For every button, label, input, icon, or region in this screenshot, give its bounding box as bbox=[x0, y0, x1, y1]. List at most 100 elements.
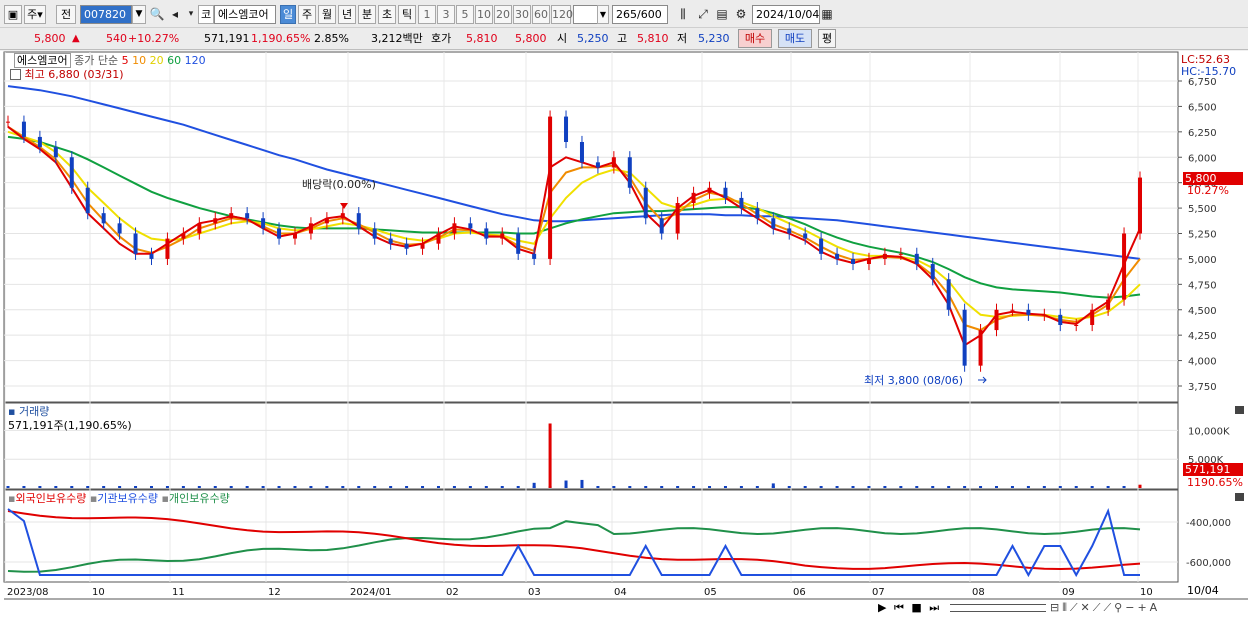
candle-body bbox=[516, 233, 521, 254]
period-week[interactable]: 주 bbox=[298, 5, 316, 24]
foreign-holdings-label: 외국인보유수량 bbox=[15, 492, 87, 505]
candle-body bbox=[372, 228, 377, 239]
chart-canvas[interactable]: 6,7506,5006,2506,0005,7505,5005,2505,000… bbox=[0, 51, 1248, 621]
line-tool-icon[interactable]: ⊟ bbox=[1050, 601, 1062, 614]
chart-area[interactable]: 6,7506,5006,2506,0005,7505,5005,2505,000… bbox=[0, 51, 1248, 621]
period-month[interactable]: 월 bbox=[318, 5, 336, 24]
volume-bar bbox=[692, 486, 696, 488]
trend-tool-icon[interactable]: ⟋ bbox=[1070, 601, 1081, 614]
amount-value: 3,212백만 bbox=[371, 32, 423, 45]
low-marker bbox=[978, 376, 987, 384]
price-tick-label: 6,500 bbox=[1188, 102, 1217, 113]
candle-body bbox=[245, 213, 250, 219]
search-icon[interactable]: 🔍 bbox=[148, 5, 166, 24]
turnover-value: 2.85% bbox=[314, 32, 349, 45]
zoom-slider[interactable] bbox=[950, 604, 1046, 612]
candle-body bbox=[340, 213, 345, 219]
count-1[interactable]: 1 bbox=[418, 5, 436, 24]
volume-pane-maximize-icon[interactable] bbox=[1235, 406, 1244, 414]
volume-bar bbox=[851, 486, 855, 488]
scroll-right-icon[interactable]: ▶ bbox=[878, 601, 888, 614]
volume-bar bbox=[86, 486, 90, 488]
volume-bar bbox=[1058, 486, 1062, 488]
volume-bar bbox=[723, 486, 727, 488]
volume-bar bbox=[6, 486, 10, 488]
market-badge: 코 bbox=[198, 5, 214, 24]
count-30[interactable]: 30 bbox=[513, 5, 531, 24]
candle-body bbox=[197, 223, 202, 234]
candle-body bbox=[229, 213, 234, 219]
period-day[interactable]: 일 bbox=[280, 5, 296, 24]
bars-tool-icon[interactable]: ⫴ bbox=[1062, 601, 1070, 614]
candle-body bbox=[53, 147, 58, 158]
fib-tool-icon[interactable]: ⟋ bbox=[1093, 601, 1104, 614]
holdings-tick-label: -600,000 bbox=[1186, 558, 1231, 569]
prev-button[interactable]: 전 bbox=[56, 5, 76, 24]
period-year[interactable]: 년 bbox=[338, 5, 356, 24]
minus-icon[interactable]: − bbox=[1125, 601, 1137, 614]
volume-bar bbox=[70, 486, 74, 488]
count-dropdown-icon[interactable]: ▼ bbox=[597, 5, 609, 24]
market-select[interactable]: 주▾ bbox=[24, 5, 46, 24]
open-value: 5,250 bbox=[577, 32, 609, 45]
volume-bar bbox=[644, 486, 648, 488]
volume-bar bbox=[484, 486, 488, 488]
window-menu-icon[interactable]: ▣ bbox=[4, 5, 22, 24]
open-label: 시 bbox=[557, 32, 568, 45]
plus-icon[interactable]: + bbox=[1137, 601, 1149, 614]
flat-button[interactable]: 평 bbox=[818, 29, 836, 48]
zoom-icon[interactable]: ⚲ bbox=[1114, 601, 1125, 614]
ma120-label: 120 bbox=[184, 54, 206, 67]
volume-bar bbox=[1042, 486, 1046, 488]
volume-bar bbox=[835, 486, 839, 488]
volume-bar bbox=[245, 486, 249, 488]
holdings-pane-maximize-icon[interactable] bbox=[1235, 493, 1244, 501]
candle-body bbox=[962, 309, 967, 366]
volume-bar bbox=[54, 486, 58, 488]
bid1-value: 5,810 bbox=[466, 32, 498, 45]
period-second[interactable]: 초 bbox=[378, 5, 396, 24]
candle-body bbox=[978, 330, 983, 366]
price-legend: 에스엠코어 종가 단순 5 10 20 60 120 bbox=[14, 53, 206, 68]
volume-pct-tag: 1190.65% bbox=[1187, 476, 1243, 489]
range-field[interactable]: 265/600 bbox=[612, 5, 668, 24]
volume-bar bbox=[118, 486, 122, 488]
sell-button[interactable]: 매도 bbox=[778, 29, 812, 48]
save-icon[interactable]: ▤ bbox=[713, 5, 731, 24]
text-tool-icon[interactable]: ⟋ bbox=[1103, 601, 1114, 614]
volume-bar bbox=[421, 486, 425, 488]
candle-icon[interactable]: ⫼ bbox=[674, 5, 692, 24]
count-10[interactable]: 10 bbox=[475, 5, 493, 24]
code-dropdown-icon[interactable]: ▼ bbox=[132, 5, 146, 24]
volume-bar bbox=[149, 486, 153, 488]
count-3[interactable]: 3 bbox=[437, 5, 455, 24]
nav-controls: ▶ ⏮ ■ ⏭ bbox=[878, 601, 941, 614]
rewind-icon[interactable]: ⏮ bbox=[894, 601, 906, 614]
range-value: 265 bbox=[616, 8, 637, 21]
count-60[interactable]: 60 bbox=[532, 5, 550, 24]
period-tick[interactable]: 틱 bbox=[398, 5, 416, 24]
fast-forward-icon[interactable]: ⏭ bbox=[929, 601, 941, 614]
code-input[interactable]: 007820 bbox=[80, 5, 132, 24]
cross-tool-icon[interactable]: ✕ bbox=[1081, 601, 1093, 614]
ma-legend-title: 종가 단순 bbox=[74, 54, 119, 67]
cross-icon[interactable]: ⤢ bbox=[694, 5, 712, 24]
buy-button[interactable]: 매수 bbox=[738, 29, 772, 48]
count-5[interactable]: 5 bbox=[456, 5, 474, 24]
font-a-icon[interactable]: A bbox=[1150, 601, 1161, 614]
candle-body bbox=[819, 238, 824, 254]
calendar-icon[interactable]: ▦ bbox=[818, 5, 836, 24]
volume-bar bbox=[580, 479, 584, 488]
x-tick-label: 04 bbox=[614, 587, 627, 598]
x-axis-last-date: 10/04 bbox=[1187, 584, 1219, 597]
stop-icon[interactable]: ■ bbox=[911, 601, 923, 614]
count-20[interactable]: 20 bbox=[494, 5, 512, 24]
price-tick-label: 3,750 bbox=[1188, 382, 1217, 393]
date-field[interactable]: 2024/10/04 bbox=[752, 5, 820, 24]
volume-bar bbox=[548, 423, 552, 488]
count-120[interactable]: 120 bbox=[551, 5, 573, 24]
gear-icon[interactable]: ⚙ bbox=[732, 5, 750, 24]
pane-menu-icon[interactable] bbox=[10, 69, 21, 80]
candle-body bbox=[292, 233, 297, 239]
period-minute[interactable]: 분 bbox=[358, 5, 376, 24]
